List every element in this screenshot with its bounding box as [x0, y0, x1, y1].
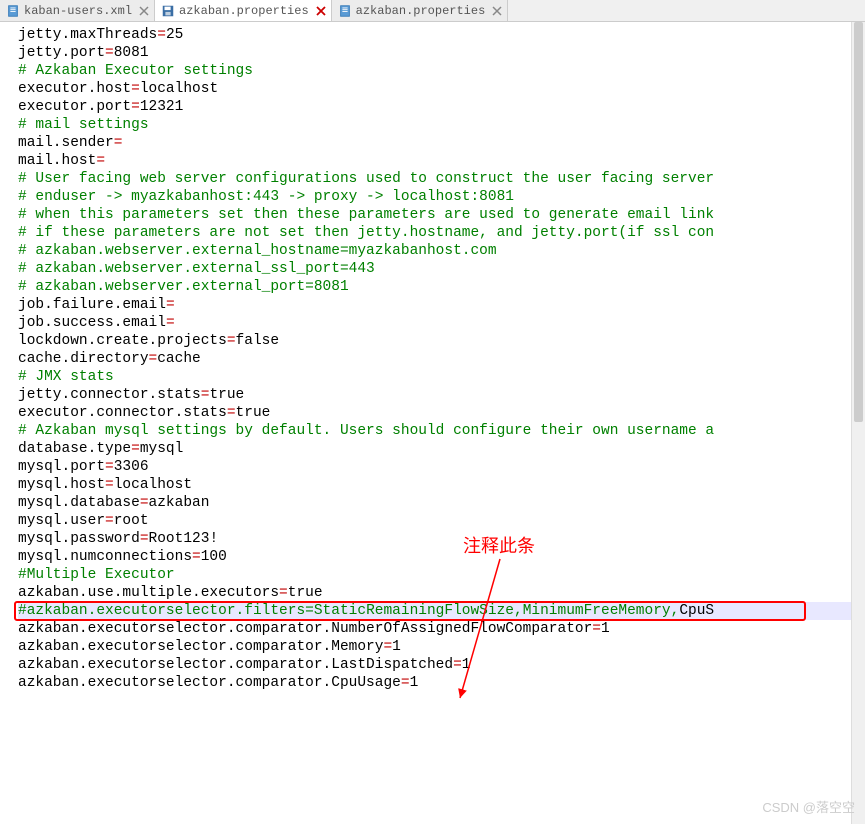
code-line: job.failure.email= [18, 296, 865, 314]
code-line: cache.directory=cache [18, 350, 865, 368]
code-line: # Azkaban mysql settings by default. Use… [18, 422, 865, 440]
code-line: job.success.email= [18, 314, 865, 332]
tab-1[interactable]: azkaban.properties [155, 0, 332, 21]
code-line: # azkaban.webserver.external_hostname=my… [18, 242, 865, 260]
code-line: # if these parameters are not set then j… [18, 224, 865, 242]
code-line: mysql.host=localhost [18, 476, 865, 494]
tab-label: azkaban.properties [356, 4, 486, 18]
code-line: #Multiple Executor [18, 566, 865, 584]
code-line: executor.host=localhost [18, 80, 865, 98]
close-icon[interactable] [315, 5, 327, 17]
tab-bar: kaban-users.xml azkaban.properties azkab… [0, 0, 865, 22]
close-icon[interactable] [491, 5, 503, 17]
code-line: azkaban.use.multiple.executors=true [18, 584, 865, 602]
scroll-thumb[interactable] [854, 22, 863, 422]
code-line: mysql.numconnections=100 [18, 548, 865, 566]
code-line: azkaban.executorselector.comparator.Memo… [18, 638, 865, 656]
tab-2[interactable]: azkaban.properties [332, 0, 509, 21]
code-line: # azkaban.webserver.external_ssl_port=44… [18, 260, 865, 278]
code-line: # enduser -> myazkabanhost:443 -> proxy … [18, 188, 865, 206]
tab-0[interactable]: kaban-users.xml [0, 0, 155, 21]
file-icon [6, 4, 20, 18]
code-line: #azkaban.executorselector.filters=Static… [18, 602, 865, 620]
code-line: # User facing web server configurations … [18, 170, 865, 188]
code-line: executor.connector.stats=true [18, 404, 865, 422]
code-line: # when this parameters set then these pa… [18, 206, 865, 224]
code-line: lockdown.create.projects=false [18, 332, 865, 350]
code-line: database.type=mysql [18, 440, 865, 458]
code-line: mysql.database=azkaban [18, 494, 865, 512]
code-line: jetty.connector.stats=true [18, 386, 865, 404]
code-line: azkaban.executorselector.comparator.Last… [18, 656, 865, 674]
code-line: # mail settings [18, 116, 865, 134]
code-line: mail.sender= [18, 134, 865, 152]
code-line: jetty.port=8081 [18, 44, 865, 62]
code-line: mysql.port=3306 [18, 458, 865, 476]
save-icon [161, 4, 175, 18]
close-icon[interactable] [138, 5, 150, 17]
code-line: # Azkaban Executor settings [18, 62, 865, 80]
tab-label: azkaban.properties [179, 4, 309, 18]
vertical-scrollbar[interactable] [851, 22, 865, 824]
tab-label: kaban-users.xml [24, 4, 132, 18]
code-line: executor.port=12321 [18, 98, 865, 116]
code-line: # azkaban.webserver.external_port=8081 [18, 278, 865, 296]
code-editor[interactable]: jetty.maxThreads=25jetty.port=8081# Azka… [0, 22, 865, 824]
code-line: mysql.password=Root123! [18, 530, 865, 548]
code-line: # JMX stats [18, 368, 865, 386]
code-line: jetty.maxThreads=25 [18, 26, 865, 44]
code-line: mysql.user=root [18, 512, 865, 530]
code-line: mail.host= [18, 152, 865, 170]
code-line: azkaban.executorselector.comparator.CpuU… [18, 674, 865, 692]
code-line: azkaban.executorselector.comparator.Numb… [18, 620, 865, 638]
file-icon [338, 4, 352, 18]
